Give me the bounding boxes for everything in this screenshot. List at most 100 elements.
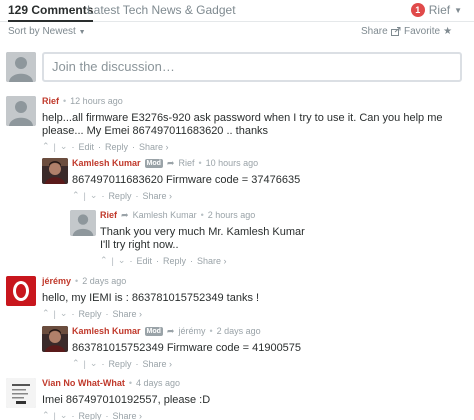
avatar[interactable] bbox=[70, 210, 96, 236]
separator: · bbox=[71, 308, 75, 319]
share-link[interactable]: Share › bbox=[139, 142, 169, 152]
chevron-down-icon: ▼ bbox=[78, 29, 86, 36]
upvote-icon[interactable]: ⌃ bbox=[42, 141, 50, 152]
comment-text: Imei 867497010192557, please :D bbox=[42, 394, 211, 406]
upvote-icon[interactable]: ⌃ bbox=[72, 358, 80, 369]
reply-link[interactable]: Reply bbox=[78, 411, 101, 420]
reply-to[interactable]: jérémy bbox=[178, 326, 205, 337]
reply-link[interactable]: Reply bbox=[78, 309, 101, 319]
moderator-badge: Mod bbox=[144, 327, 163, 336]
chevron-down-icon: ▼ bbox=[454, 5, 462, 15]
comment-author[interactable]: Rief bbox=[100, 210, 117, 221]
user-menu[interactable]: 1 Rief ▼ bbox=[410, 2, 462, 18]
share-icon bbox=[390, 27, 401, 36]
profile-document-icon bbox=[6, 378, 36, 408]
reply-to[interactable]: Rief bbox=[178, 158, 194, 169]
comment-time[interactable]: 12 hours ago bbox=[70, 96, 123, 107]
downvote-icon[interactable]: ⌄ bbox=[60, 141, 68, 152]
separator: · bbox=[101, 190, 105, 201]
separator: · bbox=[105, 308, 109, 319]
share-link[interactable]: Share › bbox=[197, 256, 227, 266]
comment-footer: ⌃ | ⌄ · Reply · Share › bbox=[42, 308, 462, 319]
comment-author[interactable]: Vian No What-What bbox=[42, 378, 125, 389]
comment-text: hello, my IEMI is : 863781015752349 tank… bbox=[42, 292, 260, 304]
reply-to[interactable]: Kamlesh Kumar bbox=[133, 210, 197, 221]
avatar[interactable] bbox=[6, 378, 36, 408]
sort-dropdown[interactable]: Sort by Newest ▼ bbox=[8, 26, 86, 37]
user-silhouette-icon bbox=[6, 96, 36, 126]
sort-bar: Sort by Newest ▼ Share Favorite ★ bbox=[0, 26, 474, 40]
upvote-icon[interactable]: ⌃ bbox=[100, 255, 108, 266]
reply-arrow-icon: ➦ bbox=[121, 210, 129, 220]
downvote-icon[interactable]: ⌄ bbox=[90, 358, 98, 369]
comment-time[interactable]: 2 days ago bbox=[82, 276, 126, 287]
upvote-icon[interactable]: ⌃ bbox=[42, 410, 50, 420]
comment-footer: ⌃ | ⌄ · Reply · Share › bbox=[42, 410, 462, 420]
comment-author[interactable]: Rief bbox=[42, 96, 59, 107]
comment-text: 867497011683620 Firmware code = 37476635 bbox=[72, 174, 301, 186]
downvote-icon[interactable]: ⌄ bbox=[118, 255, 126, 266]
comment-time[interactable]: 10 hours ago bbox=[206, 158, 259, 169]
user-silhouette-icon bbox=[70, 210, 96, 236]
downvote-icon[interactable]: ⌄ bbox=[60, 410, 68, 420]
tab-community[interactable]: Latest Tech News & Gadget bbox=[87, 3, 236, 17]
avatar[interactable] bbox=[42, 326, 68, 352]
upvote-icon[interactable]: ⌃ bbox=[72, 190, 80, 201]
comment-footer: ⌃ | ⌄ · Reply · Share › bbox=[72, 358, 460, 369]
reply-link[interactable]: Reply bbox=[163, 256, 186, 266]
comment-time[interactable]: 2 hours ago bbox=[208, 210, 256, 221]
favorite-button[interactable]: Favorite ★ bbox=[404, 26, 452, 37]
separator: · bbox=[135, 358, 139, 369]
vote-separator: | bbox=[53, 308, 56, 319]
top-nav: 129 Comments Latest Tech News & Gadget 1… bbox=[0, 0, 474, 22]
separator: · bbox=[101, 358, 105, 369]
vote-separator: | bbox=[53, 410, 56, 420]
comment-author[interactable]: Kamlesh Kumar bbox=[72, 326, 141, 337]
comment-time[interactable]: 2 days ago bbox=[217, 326, 261, 337]
separator: · bbox=[71, 410, 75, 420]
reply-link[interactable]: Reply bbox=[108, 359, 131, 369]
comment-input[interactable]: Join the discussion… bbox=[42, 52, 462, 82]
avatar[interactable] bbox=[42, 158, 68, 184]
reply-link[interactable]: Reply bbox=[108, 191, 131, 201]
share-link[interactable]: Share › bbox=[142, 359, 172, 369]
avatar[interactable] bbox=[6, 276, 36, 306]
reply-arrow-icon: ➦ bbox=[166, 158, 175, 168]
downvote-icon[interactable]: ⌄ bbox=[60, 308, 68, 319]
share-button[interactable]: Share bbox=[361, 26, 401, 37]
separator: · bbox=[97, 141, 101, 152]
comment-text-line: Thank you very much Mr. Kamlesh Kumar bbox=[100, 226, 305, 238]
separator: · bbox=[131, 141, 135, 152]
tab-comments[interactable]: 129 Comments bbox=[8, 3, 94, 22]
edit-link[interactable]: Edit bbox=[136, 256, 152, 266]
upvote-icon[interactable]: ⌃ bbox=[42, 308, 50, 319]
comment-footer: ⌃ | ⌄ · Edit · Reply · Share › bbox=[100, 255, 460, 266]
comment-author[interactable]: Kamlesh Kumar bbox=[72, 158, 141, 169]
separator: · bbox=[135, 190, 139, 201]
moderator-badge: Mod bbox=[144, 159, 163, 168]
vote-separator: | bbox=[83, 190, 86, 201]
user-name: Rief bbox=[428, 3, 451, 17]
separator: · bbox=[155, 255, 159, 266]
vote-separator: | bbox=[83, 358, 86, 369]
star-icon: ★ bbox=[443, 26, 453, 37]
avatar[interactable] bbox=[6, 96, 36, 126]
profile-photo-icon bbox=[42, 158, 68, 184]
comment-time[interactable]: 4 days ago bbox=[136, 378, 180, 389]
share-link[interactable]: Share › bbox=[142, 191, 172, 201]
vote-separator: | bbox=[53, 141, 56, 152]
share-link[interactable]: Share › bbox=[112, 411, 142, 420]
comment-footer: ⌃ | ⌄ · Reply · Share › bbox=[72, 190, 460, 201]
share-label: Share bbox=[361, 26, 388, 37]
edit-link[interactable]: Edit bbox=[78, 142, 94, 152]
favorite-label: Favorite bbox=[404, 26, 441, 37]
share-link[interactable]: Share › bbox=[112, 309, 142, 319]
sort-label: Sort by Newest bbox=[8, 26, 76, 37]
profile-logo-icon bbox=[6, 276, 36, 306]
separator: · bbox=[129, 255, 133, 266]
comment-footer: ⌃ | ⌄ · Edit · Reply · Share › bbox=[42, 141, 462, 152]
reply-link[interactable]: Reply bbox=[105, 142, 128, 152]
notification-badge[interactable]: 1 bbox=[410, 3, 425, 17]
downvote-icon[interactable]: ⌄ bbox=[90, 190, 98, 201]
comment-author[interactable]: jérémy bbox=[42, 276, 71, 287]
